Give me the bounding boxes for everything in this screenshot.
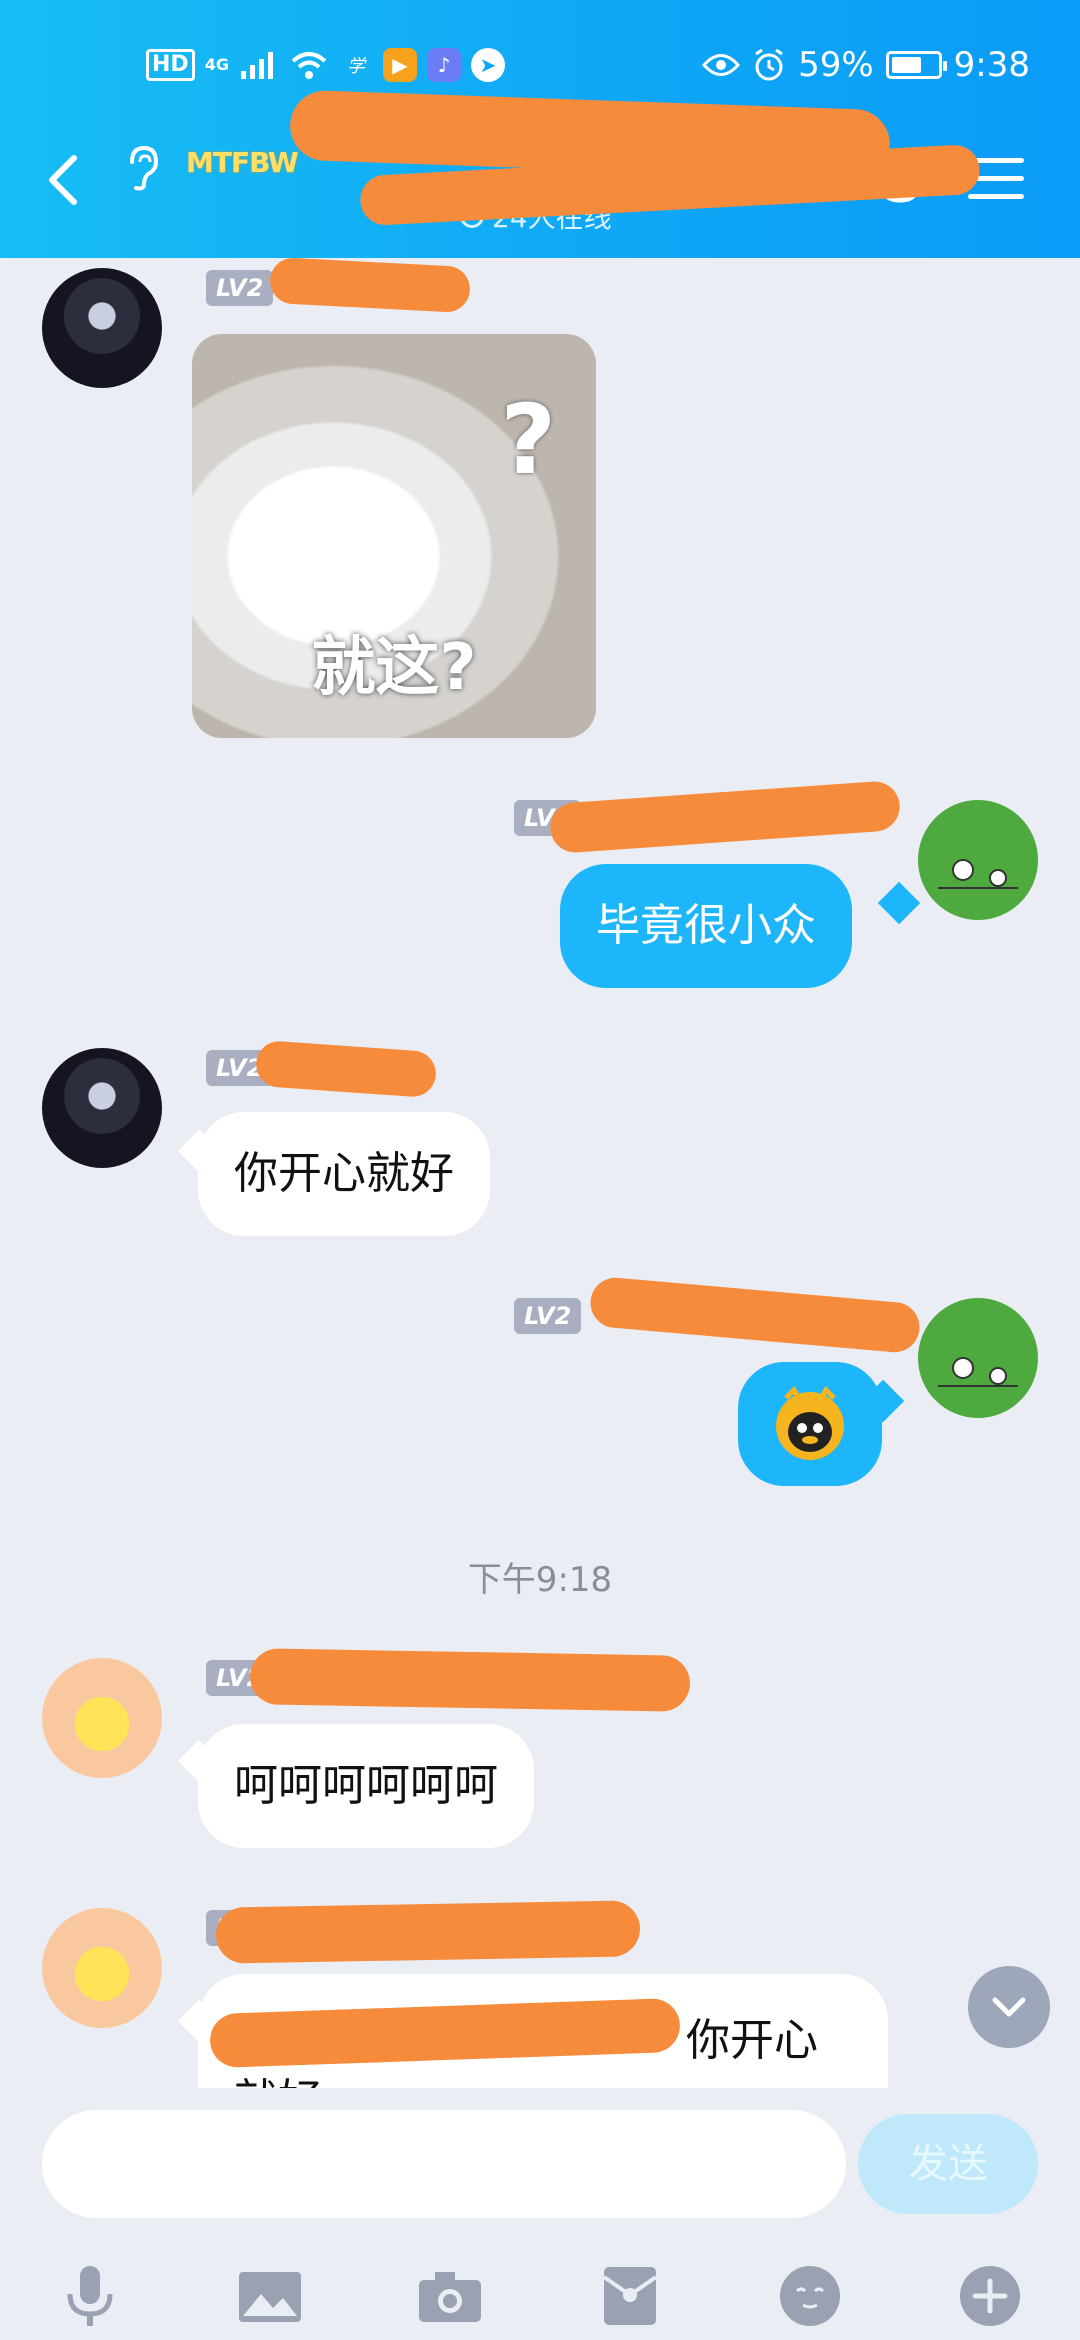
message-bubble-outgoing[interactable]: 毕竟很小众 xyxy=(560,864,852,988)
avatar[interactable] xyxy=(42,1658,162,1778)
camera-button[interactable] xyxy=(414,2260,486,2332)
redacted-name xyxy=(249,1648,691,1712)
wifi-icon xyxy=(291,52,327,79)
video-app-icon: ▶ xyxy=(382,48,417,82)
microphone-icon xyxy=(67,2266,113,2326)
red-packet-icon xyxy=(602,2267,658,2325)
battery-icon xyxy=(885,51,947,79)
sticker-image[interactable]: ? 就这? xyxy=(192,334,596,738)
send-button[interactable]: 发送 xyxy=(858,2114,1038,2214)
time-separator: 下午9:18 xyxy=(467,1560,613,1600)
back-button[interactable] xyxy=(40,150,90,210)
red-packet-button[interactable] xyxy=(594,2260,666,2332)
sticker-caption: 就这? xyxy=(311,631,477,705)
avatar-drawing-icon xyxy=(938,1357,1018,1387)
music-app-icon: ♪ xyxy=(426,48,461,82)
study-app-icon: 学 xyxy=(346,56,365,77)
message-bubble-incoming[interactable]: 你开心就好 xyxy=(198,1112,490,1236)
avatar[interactable] xyxy=(42,268,162,388)
penguin-emoji-icon xyxy=(776,1385,844,1460)
eye-icon xyxy=(702,54,741,76)
emoji-button[interactable] xyxy=(774,2260,846,2332)
message-bubble-emoji[interactable] xyxy=(738,1362,882,1486)
message-input[interactable] xyxy=(42,2110,846,2218)
image-icon xyxy=(239,2272,301,2322)
avatar[interactable] xyxy=(42,1048,162,1168)
alarm-icon xyxy=(755,48,783,81)
sticker-question: ? xyxy=(500,384,556,496)
ear-icon[interactable] xyxy=(122,144,162,192)
message-text-line2: 就好 xyxy=(234,2064,322,2088)
avatar-drawing-icon xyxy=(938,859,1018,889)
composer: 发送 xyxy=(0,2088,1080,2340)
message-text: 你开心 xyxy=(686,2015,818,2066)
voice-button[interactable] xyxy=(54,2260,126,2332)
redacted-name xyxy=(588,1275,922,1355)
redacted-name xyxy=(215,1900,641,1964)
avatar[interactable] xyxy=(918,800,1038,920)
scroll-to-bottom-button[interactable] xyxy=(968,1966,1050,2048)
redacted-name xyxy=(254,1039,438,1099)
redacted-name xyxy=(548,779,902,855)
plus-icon xyxy=(960,2266,1020,2326)
bubble-tail xyxy=(877,881,921,925)
emoji-face-icon xyxy=(780,2266,840,2326)
signal-icon xyxy=(240,52,273,79)
photo-button[interactable] xyxy=(234,2260,306,2332)
network-type: 4G xyxy=(204,55,229,74)
message-bubble-incoming[interactable]: 呵呵呵呵呵呵 xyxy=(198,1724,534,1848)
status-bar: HD 4G 学 ▶ ♪ ➤ 59% 9:38 xyxy=(0,40,1080,90)
camera-icon xyxy=(419,2272,481,2322)
composer-toolbar xyxy=(0,2260,1080,2340)
avatar[interactable] xyxy=(918,1298,1038,1418)
send-app-icon: ➤ xyxy=(470,48,505,82)
clock: 9:38 xyxy=(953,45,1030,85)
hd-indicator: HD xyxy=(146,49,195,81)
battery-percent: 59% xyxy=(798,45,874,85)
avatar[interactable] xyxy=(42,1908,162,2028)
chevron-down-icon xyxy=(992,1997,1026,2017)
group-tag: MTFBW xyxy=(186,146,299,179)
chat-header: HD 4G 学 ▶ ♪ ➤ 59% 9:38 MTFBW 24人在线 xyxy=(0,0,1080,258)
more-button[interactable] xyxy=(954,2260,1026,2332)
level-badge: LV2 xyxy=(514,1298,582,1334)
redacted-name xyxy=(268,256,472,314)
level-badge: LV2 xyxy=(206,270,274,306)
